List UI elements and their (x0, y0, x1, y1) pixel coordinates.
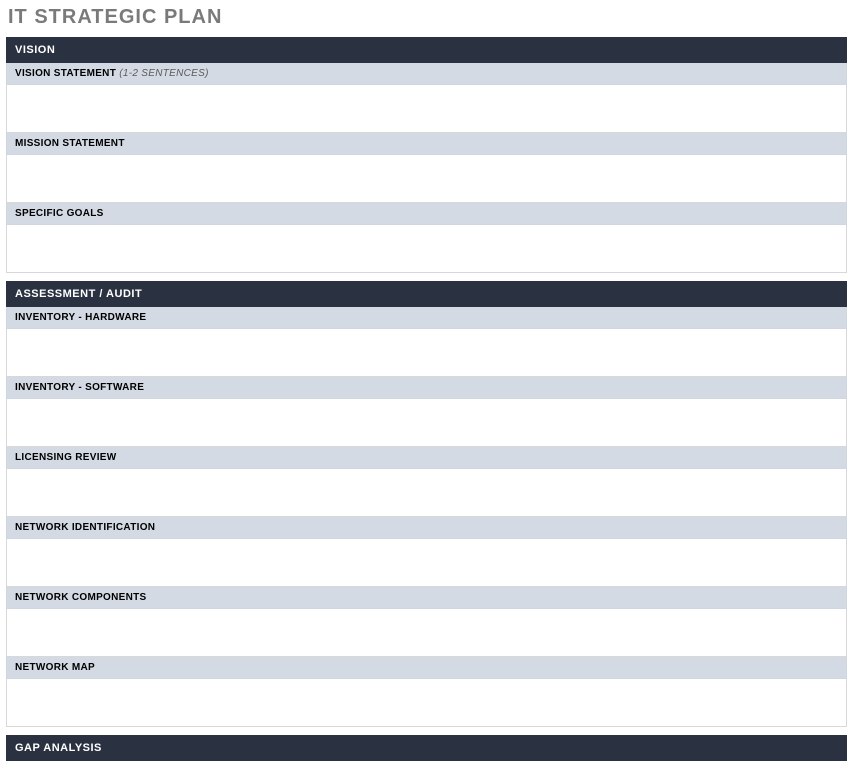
sub-header-inventory-software: INVENTORY - SOFTWARE (6, 377, 847, 399)
sub-header-network-identification: NETWORK IDENTIFICATION (6, 517, 847, 539)
sub-label: INVENTORY - SOFTWARE (15, 382, 144, 393)
sub-header-vision-statement: VISION STATEMENT (1-2 SENTENCES) (6, 63, 847, 85)
content-inventory-software[interactable] (6, 399, 847, 447)
section-header-gap-analysis: GAP ANALYSIS (6, 735, 847, 761)
section-header-assessment-audit: ASSESSMENT / AUDIT (6, 281, 847, 307)
section-header-vision: VISION (6, 37, 847, 63)
sub-header-specific-goals: SPECIFIC GOALS (6, 203, 847, 225)
sub-header-network-components: NETWORK COMPONENTS (6, 587, 847, 609)
content-network-map[interactable] (6, 679, 847, 727)
sub-hint: (1-2 SENTENCES) (119, 68, 209, 79)
content-network-components[interactable] (6, 609, 847, 657)
sub-header-inventory-hardware: INVENTORY - HARDWARE (6, 307, 847, 329)
sub-label: INVENTORY - HARDWARE (15, 312, 146, 323)
content-mission-statement[interactable] (6, 155, 847, 203)
section-vision: VISION VISION STATEMENT (1-2 SENTENCES) … (6, 37, 847, 273)
section-assessment-audit: ASSESSMENT / AUDIT INVENTORY - HARDWARE … (6, 281, 847, 727)
content-licensing-review[interactable] (6, 469, 847, 517)
sub-label: NETWORK IDENTIFICATION (15, 522, 155, 533)
sub-label: VISION STATEMENT (15, 68, 116, 79)
sub-label: NETWORK MAP (15, 662, 95, 673)
sub-header-licensing-review: LICENSING REVIEW (6, 447, 847, 469)
content-vision-statement[interactable] (6, 85, 847, 133)
content-specific-goals[interactable] (6, 225, 847, 273)
sub-header-mission-statement: MISSION STATEMENT (6, 133, 847, 155)
content-inventory-hardware[interactable] (6, 329, 847, 377)
section-gap-analysis: GAP ANALYSIS (6, 735, 847, 761)
sub-label: LICENSING REVIEW (15, 452, 116, 463)
sub-header-network-map: NETWORK MAP (6, 657, 847, 679)
page-title: IT STRATEGIC PLAN (0, 0, 853, 37)
sub-label: NETWORK COMPONENTS (15, 592, 147, 603)
sub-label: SPECIFIC GOALS (15, 208, 104, 219)
content-network-identification[interactable] (6, 539, 847, 587)
sub-label: MISSION STATEMENT (15, 138, 125, 149)
